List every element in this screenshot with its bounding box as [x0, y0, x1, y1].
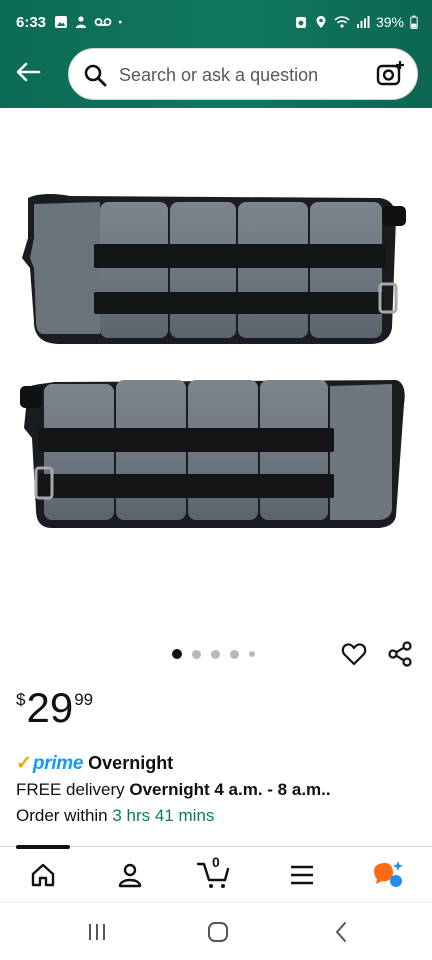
pager-dot-active[interactable] — [172, 649, 182, 659]
home-icon — [208, 922, 228, 942]
ankle-weights-image — [20, 194, 406, 528]
menu-icon — [291, 865, 313, 885]
nav-cart[interactable]: 0 — [194, 854, 234, 892]
app-header: 6:33 39% Search or ask a question — [0, 0, 432, 108]
system-recents-button[interactable] — [84, 919, 110, 945]
delivery-info: FREE delivery Overnight 4 a.m. - 8 a.m.. — [16, 780, 331, 800]
nav-home[interactable] — [23, 858, 63, 892]
camera-plus-icon[interactable] — [375, 59, 405, 89]
dot-icon — [118, 20, 122, 24]
alarm-icon — [295, 17, 306, 28]
account-icon — [118, 863, 142, 888]
person-icon — [76, 16, 86, 28]
search-input[interactable]: Search or ask a question — [119, 65, 318, 86]
pager-dot[interactable] — [211, 649, 220, 659]
battery-percent: 39% — [375, 14, 404, 30]
search-icon — [84, 64, 107, 87]
image-icon — [55, 16, 67, 28]
arrow-left-icon — [16, 62, 41, 82]
bottom-nav: 0 — [0, 848, 432, 902]
order-prefix: Order within — [16, 806, 113, 825]
system-back-button[interactable] — [328, 919, 354, 945]
prime-logo: prime — [32, 752, 84, 774]
nav-account[interactable] — [110, 858, 150, 892]
location-icon — [316, 16, 326, 28]
image-pager[interactable] — [172, 649, 255, 659]
pager-dot[interactable] — [249, 651, 255, 657]
wifi-icon — [334, 16, 350, 28]
nav-rufus[interactable] — [368, 858, 408, 892]
status-notifications — [54, 15, 126, 29]
rufus-icon — [374, 861, 403, 887]
back-button[interactable] — [10, 56, 46, 88]
cart-count: 0 — [212, 854, 220, 870]
battery-icon — [410, 15, 418, 29]
prime-badge-row: ✓ prime Overnight — [16, 752, 173, 775]
price: $ 29 99 — [16, 686, 93, 730]
share-icon — [388, 641, 412, 667]
back-icon — [336, 922, 346, 942]
price-fraction: 99 — [74, 690, 94, 709]
status-bar: 6:33 39% — [0, 0, 432, 46]
product-image-carousel[interactable] — [0, 108, 432, 628]
delivery-window[interactable]: Overnight 4 a.m. - 8 a.m. — [129, 780, 326, 799]
price-whole: 29 — [26, 684, 74, 731]
wishlist-button[interactable] — [340, 640, 368, 668]
ankle-weight-bottom — [20, 380, 405, 528]
delivery-prefix: FREE delivery — [16, 780, 130, 799]
delivery-suffix: . — [325, 780, 331, 799]
share-button[interactable] — [386, 640, 414, 668]
price-symbol: $ — [16, 690, 26, 709]
order-countdown: 3 hrs 41 mins — [112, 806, 215, 825]
signal-icon — [356, 16, 370, 28]
search-bar[interactable]: Search or ask a question — [68, 48, 418, 100]
prime-speed: Overnight — [88, 753, 174, 773]
voicemail-icon — [94, 18, 112, 26]
pager-dot[interactable] — [230, 649, 239, 659]
pager-dot[interactable] — [192, 649, 201, 659]
status-system-icons: 39% — [294, 14, 418, 30]
ankle-weight-top — [22, 194, 406, 344]
system-nav-bar — [0, 902, 432, 960]
heart-icon — [341, 643, 367, 666]
nav-menu[interactable] — [282, 858, 322, 892]
prime-check-icon: ✓ — [16, 753, 32, 774]
system-home-button[interactable] — [205, 919, 231, 945]
home-icon — [31, 863, 55, 887]
recents-icon — [89, 924, 105, 940]
order-within: Order within 3 hrs 41 mins — [16, 806, 214, 826]
status-time: 6:33 — [16, 14, 47, 31]
